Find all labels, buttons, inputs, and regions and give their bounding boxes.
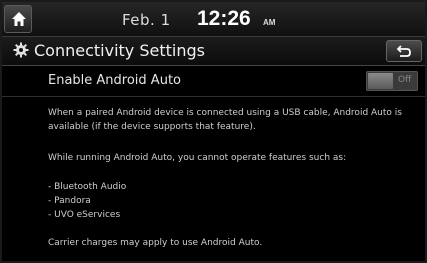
android-auto-toggle[interactable]: Off: [366, 71, 418, 91]
description-paragraph: While running Android Auto, you cannot o…: [48, 153, 347, 163]
status-bar: Feb. 1 12:26 AM: [2, 2, 425, 37]
back-button[interactable]: [386, 40, 422, 62]
feature-list-item: - Bluetooth Audio: [48, 182, 127, 192]
gear-icon: [13, 42, 29, 58]
home-icon: [12, 12, 26, 26]
description-paragraph: Carrier charges may apply to use Android…: [48, 238, 263, 248]
feature-list-item: - Pandora: [48, 196, 91, 206]
feature-list-item: - UVO eServices: [48, 210, 121, 220]
ampm-indicator: AM: [263, 18, 276, 27]
head-unit-screen: Feb. 1 12:26 AM Connectivity Settings En…: [2, 2, 425, 261]
date-display: Feb. 1: [122, 11, 171, 29]
home-button[interactable]: [4, 5, 32, 33]
toggle-state-label: Off: [398, 75, 412, 85]
time-display: 12:26: [197, 7, 251, 30]
back-arrow-icon: [396, 45, 411, 57]
title-bar: Connectivity Settings: [2, 37, 425, 66]
description-paragraph: When a paired Android device is connecte…: [48, 108, 402, 132]
toggle-knob: [368, 73, 393, 89]
setting-label: Enable Android Auto: [48, 73, 181, 88]
page-title: Connectivity Settings: [34, 41, 205, 60]
setting-row-android-auto[interactable]: Enable Android Auto Off: [2, 66, 425, 97]
